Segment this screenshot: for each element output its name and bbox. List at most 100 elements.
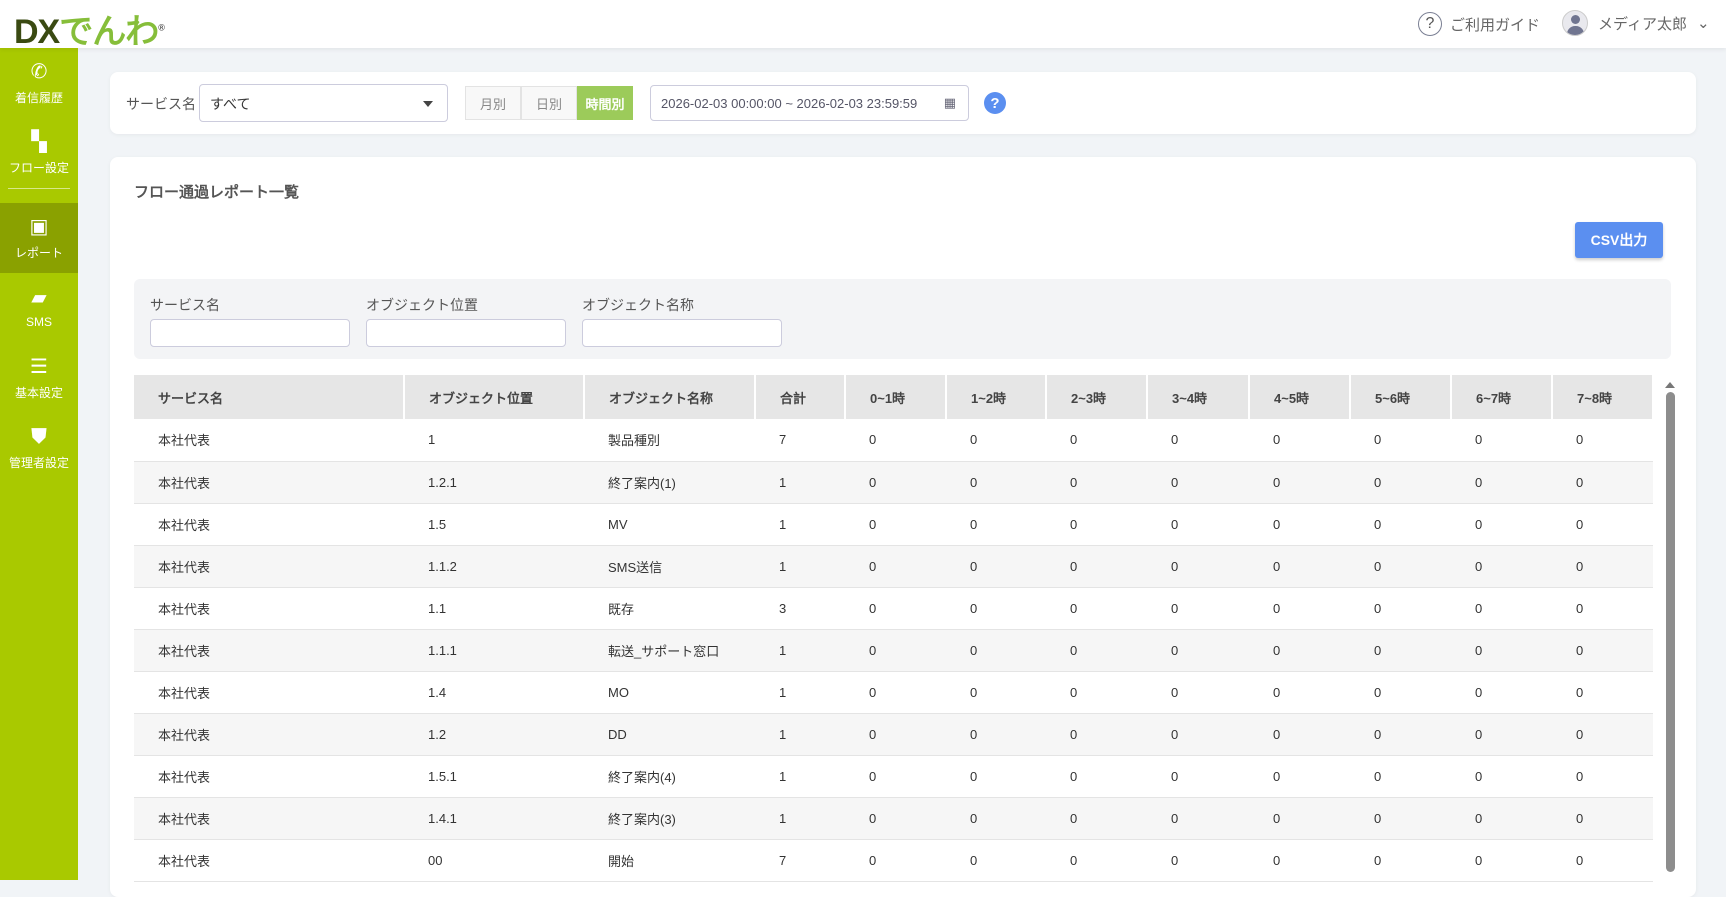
sms-icon: ▰	[31, 287, 47, 309]
column-header[interactable]: 2~3時	[1046, 375, 1148, 419]
table-cell: 終了案内(4)	[584, 755, 755, 798]
table-cell: 00	[404, 839, 584, 882]
table-cell: 0	[1249, 545, 1350, 588]
table-cell: 0	[1552, 545, 1653, 588]
table-cell: 0	[1046, 713, 1147, 756]
table-cell: 0	[1046, 587, 1147, 630]
column-header[interactable]: 合計	[755, 375, 846, 419]
table-row: 本社代表 1.5.1 終了案内(4) 1 0 0 0 0 0 0 0 0	[134, 755, 1653, 798]
filter-card: サービス名 すべて 月別 日別 時間別 2026-02-03 00:00:00 …	[110, 72, 1696, 134]
column-header[interactable]: サービス名	[134, 375, 405, 419]
calendar-icon: ▦	[943, 95, 956, 110]
table-cell: 1.4.1	[404, 797, 584, 840]
table-cell: 1.1.1	[404, 629, 584, 672]
table-cell: 終了案内(3)	[584, 797, 755, 840]
sidebar-item-sms[interactable]: ▰ SMS	[0, 273, 78, 343]
column-header[interactable]: 4~5時	[1249, 375, 1351, 419]
user-guide-link[interactable]: ? ご利用ガイド	[1418, 12, 1540, 36]
table-cell: 本社代表	[134, 797, 404, 840]
table-cell: 0	[1147, 503, 1249, 546]
table-cell: 0	[1249, 419, 1350, 462]
sidebar: ✆ 着信履歴 ▚ フロー設定 ▣ レポート ▰ SMS ☰ 基本設定 ⛊ 管理者設定	[0, 48, 78, 880]
table-cell: 0	[1147, 461, 1249, 504]
sidebar-item-report[interactable]: ▣ レポート	[0, 203, 78, 273]
column-header[interactable]: 3~4時	[1147, 375, 1250, 419]
table-cell: 0	[1147, 545, 1249, 588]
table-cell: 0	[1451, 503, 1552, 546]
logo[interactable]: DXでんわ®	[14, 4, 165, 53]
service-name-filter[interactable]	[150, 319, 350, 347]
user-menu[interactable]: メディア太郎 ⌄	[1562, 10, 1710, 36]
column-header[interactable]: 5~6時	[1350, 375, 1452, 419]
column-header[interactable]: 6~7時	[1451, 375, 1553, 419]
table-cell: 0	[1046, 755, 1147, 798]
table-cell: 3	[755, 587, 845, 630]
scroll-up-icon[interactable]	[1665, 377, 1675, 388]
scrollbar-thumb[interactable]	[1665, 392, 1675, 872]
table-cell: 本社代表	[134, 839, 404, 882]
column-header[interactable]: 1~2時	[946, 375, 1047, 419]
table-cell: 1	[755, 797, 845, 840]
date-range-input[interactable]: 2026-02-03 00:00:00 ~ 2026-02-03 23:59:5…	[650, 85, 969, 121]
table-cell: 本社代表	[134, 419, 404, 462]
table-cell: 本社代表	[134, 461, 404, 504]
table-cell: 0	[1350, 839, 1451, 882]
period-monthly-button[interactable]: 月別	[465, 86, 521, 120]
table-cell: 0	[1552, 755, 1653, 798]
table-cell: 0	[1249, 755, 1350, 798]
column-header[interactable]: オブジェクト位置	[404, 375, 585, 419]
sidebar-item-settings[interactable]: ☰ 基本設定	[0, 343, 78, 413]
table-cell: 0	[845, 503, 946, 546]
table-cell: 0	[1552, 839, 1653, 882]
table-cell: 0	[946, 587, 1046, 630]
report-table: サービス名 オブジェクト位置 オブジェクト名称 合計 0~1時 1~2時 2~3時 3~4時 4…	[134, 375, 1654, 882]
table-cell: 0	[1350, 713, 1451, 756]
table-cell: 0	[1451, 755, 1552, 798]
table-cell: 0	[1147, 797, 1249, 840]
help-circle-icon: ?	[1418, 12, 1442, 36]
table-scrollbar[interactable]	[1663, 375, 1677, 895]
table-row: 本社代表 1.1.2 SMS送信 1 0 0 0 0 0 0 0 0	[134, 545, 1653, 588]
column-header[interactable]: 0~1時	[845, 375, 947, 419]
table-cell: 0	[1147, 839, 1249, 882]
csv-export-button[interactable]: CSV出力	[1575, 222, 1663, 258]
table-filters: サービス名 オブジェクト位置 オブジェクト名称	[134, 279, 1671, 359]
table-cell: MO	[584, 671, 755, 714]
table-cell: 0	[1046, 629, 1147, 672]
column-header[interactable]: 7~8時	[1552, 375, 1654, 419]
top-header: DXでんわ® ? ご利用ガイド メディア太郎 ⌄	[0, 0, 1726, 51]
table-row: 本社代表 1 製品種別 7 0 0 0 0 0 0 0 0	[134, 419, 1653, 462]
table-cell: 0	[1350, 755, 1451, 798]
help-icon[interactable]: ?	[984, 92, 1006, 114]
object-name-filter[interactable]	[582, 319, 782, 347]
table-cell: 0	[946, 419, 1046, 462]
table-cell: 0	[1046, 797, 1147, 840]
sidebar-item-admin[interactable]: ⛊ 管理者設定	[0, 413, 78, 483]
sidebar-item-call-history[interactable]: ✆ 着信履歴	[0, 48, 78, 118]
table-cell: 0	[946, 839, 1046, 882]
table-cell: 製品種別	[584, 419, 755, 462]
sidebar-divider	[8, 188, 70, 189]
table-cell: 0	[1350, 671, 1451, 714]
table-cell: 1	[755, 713, 845, 756]
table-cell: 0	[1451, 461, 1552, 504]
period-hourly-button[interactable]: 時間別	[577, 86, 633, 120]
object-position-filter[interactable]	[366, 319, 566, 347]
table-cell: 0	[845, 545, 946, 588]
period-daily-button[interactable]: 日別	[521, 86, 577, 120]
column-header[interactable]: オブジェクト名称	[584, 375, 756, 419]
table-cell: 本社代表	[134, 587, 404, 630]
table-cell: 1.1.2	[404, 545, 584, 588]
table-cell: 転送_サポート窓口	[584, 629, 755, 672]
admin-shield-icon: ⛊	[31, 425, 47, 448]
table-cell: 0	[1249, 839, 1350, 882]
table-row: 本社代表 1.4 MO 1 0 0 0 0 0 0 0 0	[134, 671, 1653, 714]
table-cell: 0	[1147, 713, 1249, 756]
table-cell: 本社代表	[134, 503, 404, 546]
table-cell: 0	[1451, 629, 1552, 672]
sidebar-item-flow[interactable]: ▚ フロー設定	[0, 118, 78, 188]
table-cell: 1	[755, 461, 845, 504]
table-cell: 本社代表	[134, 671, 404, 714]
service-select[interactable]: すべて	[199, 84, 448, 122]
table-cell: 0	[1046, 503, 1147, 546]
